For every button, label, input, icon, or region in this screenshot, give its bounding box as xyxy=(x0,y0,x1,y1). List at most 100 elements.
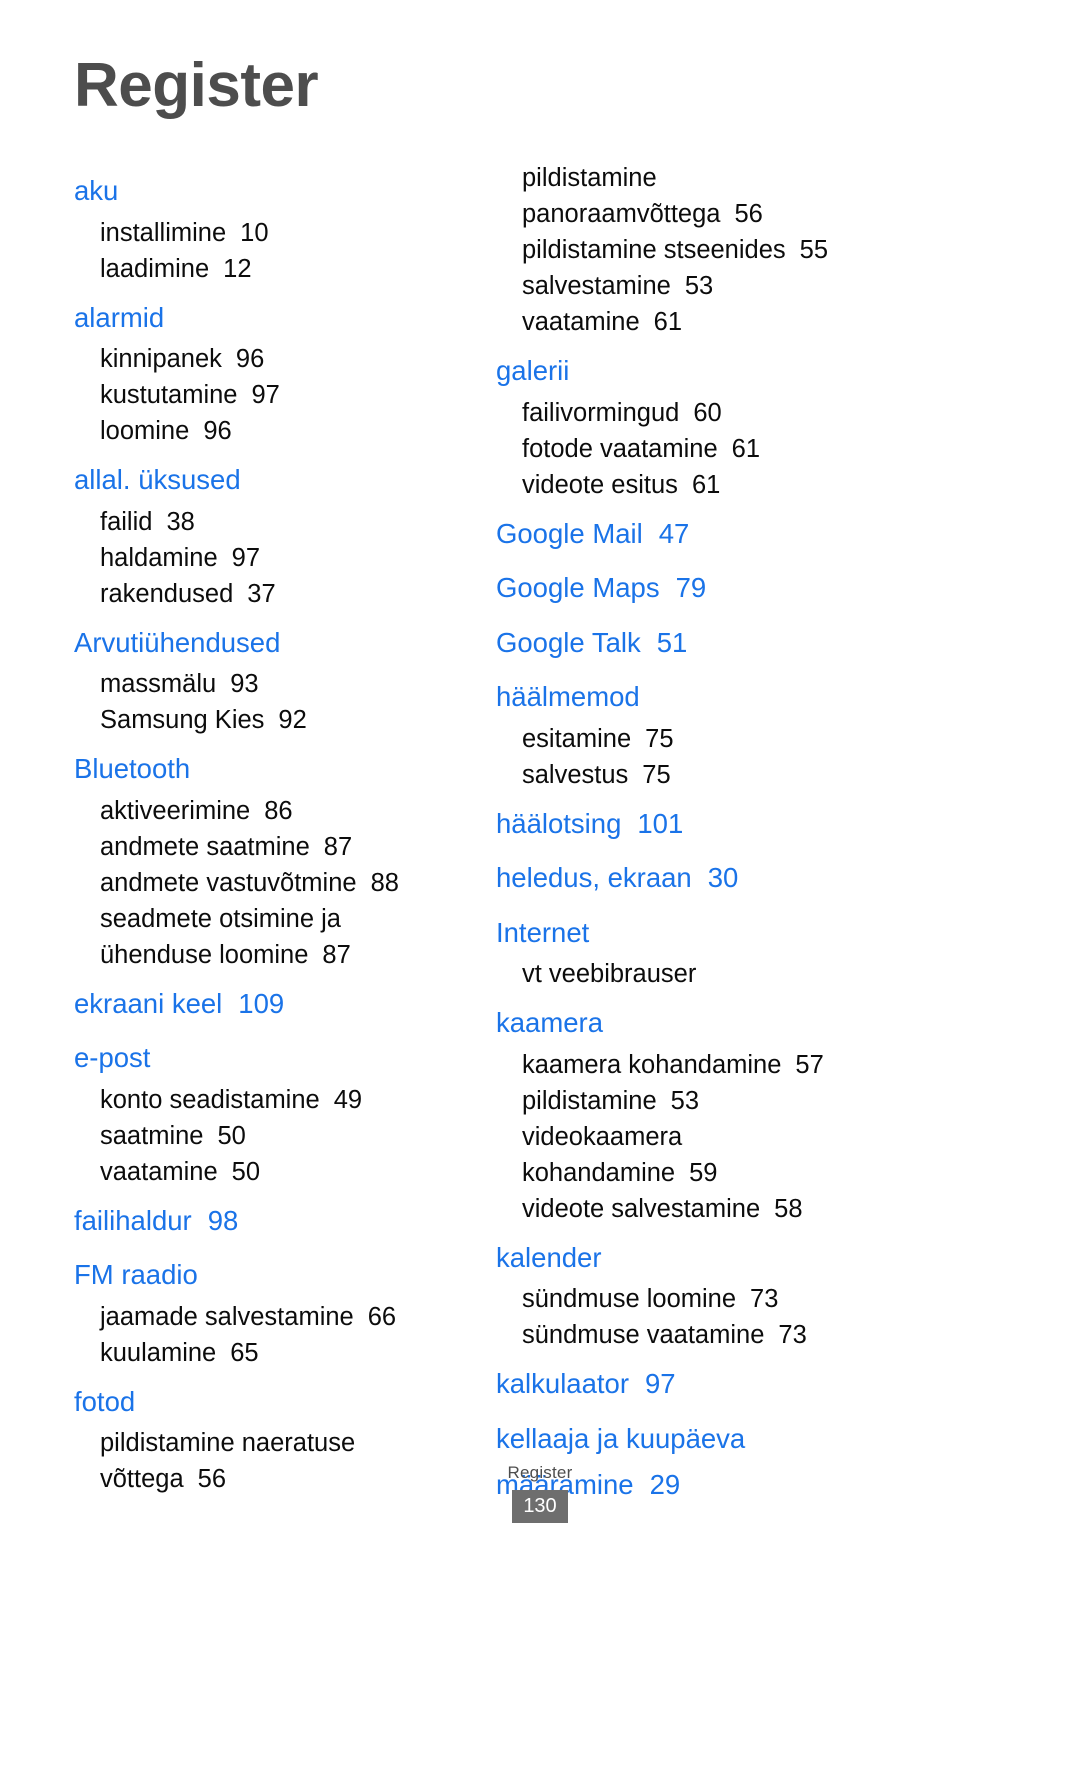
index-subentry-page-number: 97 xyxy=(231,543,261,572)
index-heading-label: galerii xyxy=(496,355,570,386)
index-subentry-label: pildistamine naeratuse xyxy=(100,1429,356,1457)
index-heading[interactable]: häälotsing 101 xyxy=(496,793,1020,848)
index-entry-group: heledus, ekraan 30 xyxy=(496,847,1020,902)
index-subentry-page-number: 96 xyxy=(203,417,232,445)
index-subentry[interactable]: kustutamine 97 xyxy=(74,377,464,413)
index-heading[interactable]: e-post xyxy=(74,1027,464,1082)
index-subentry[interactable]: failivormingud 60 xyxy=(496,395,1020,431)
index-subentry-page-number: 97 xyxy=(251,381,280,409)
page-footer: Register 130 xyxy=(0,1462,1080,1523)
index-subentry[interactable]: Samsung Kies 92 xyxy=(74,702,464,738)
index-subentry-page-number: 58 xyxy=(774,1194,803,1223)
index-heading[interactable]: Internet xyxy=(496,902,1020,957)
index-heading-label: alarmid xyxy=(74,301,165,333)
index-subentry[interactable]: salvestus 75 xyxy=(496,757,1020,793)
index-subentry-page-number: 53 xyxy=(670,1086,700,1115)
index-heading[interactable]: Google Talk 51 xyxy=(496,612,1020,667)
index-subentry[interactable]: esitamine 75 xyxy=(496,721,1020,757)
index-subentry[interactable]: pildistamine stseenides 55 xyxy=(496,232,1020,268)
index-subentry[interactable]: massmälu 93 xyxy=(74,666,464,702)
index-heading[interactable]: failihaldur 98 xyxy=(74,1190,464,1245)
index-heading-page-number: 101 xyxy=(637,807,684,839)
index-page: Register aku installimine 10 laadimine 12 ala… xyxy=(0,0,1080,1771)
index-subentry[interactable]: panoraamvõttega 56 xyxy=(496,196,1020,232)
index-entry-group: häälotsing 101 xyxy=(496,793,1020,848)
index-heading[interactable]: kellaaja ja kuupäeva xyxy=(496,1408,1020,1463)
index-heading[interactable]: kaamera xyxy=(496,992,1020,1047)
index-subentry[interactable]: fotode vaatamine 61 xyxy=(496,431,1020,467)
index-subentry-page-number: 92 xyxy=(278,706,307,734)
index-heading[interactable]: FM raadio xyxy=(74,1244,464,1299)
index-subentry[interactable]: haldamine 97 xyxy=(74,540,464,576)
index-subentry[interactable]: pildistamine naeratuse xyxy=(74,1425,464,1461)
index-heading-page-number: 109 xyxy=(238,987,285,1019)
index-subentry[interactable]: installimine 10 xyxy=(74,215,464,251)
index-subentry-label: videote esitus xyxy=(522,470,678,499)
index-subentry[interactable]: ühenduse loomine 87 xyxy=(74,937,464,973)
index-subentry-page-number: 49 xyxy=(333,1085,363,1114)
index-subentry-label: kustutamine xyxy=(100,381,238,409)
index-subentry-label: failid xyxy=(100,507,153,536)
index-subentry[interactable]: videote esitus 61 xyxy=(496,467,1020,503)
index-subentry[interactable]: rakendused 37 xyxy=(74,576,464,612)
index-subentry-label: andmete saatmine xyxy=(100,832,310,861)
index-heading[interactable]: allal. üksused xyxy=(74,449,464,504)
index-entry-group: aku installimine 10 laadimine 12 xyxy=(74,160,464,287)
index-subentry-page-number: 55 xyxy=(799,236,829,264)
index-subentry[interactable]: vt veebibrauser xyxy=(496,956,1020,992)
index-heading[interactable]: alarmid xyxy=(74,287,464,342)
index-subentry[interactable]: failid 38 xyxy=(74,504,464,540)
index-subentry-label: pildistamine stseenides xyxy=(522,236,786,264)
index-heading[interactable]: kalkulaator 97 xyxy=(496,1353,1020,1408)
index-heading[interactable]: heledus, ekraan 30 xyxy=(496,847,1020,902)
index-subentry[interactable]: sündmuse vaatamine 73 xyxy=(496,1317,1020,1353)
index-heading[interactable]: galerii xyxy=(496,340,1020,395)
index-heading-label: allal. üksused xyxy=(74,464,241,495)
index-heading-label: kalender xyxy=(496,1241,602,1273)
index-subentry[interactable]: laadimine 12 xyxy=(74,251,464,287)
index-subentry[interactable]: salvestamine 53 xyxy=(496,268,1020,304)
index-heading[interactable]: Bluetooth xyxy=(74,738,464,793)
index-heading[interactable]: Google Mail 47 xyxy=(496,503,1020,558)
index-heading[interactable]: Google Maps 79 xyxy=(496,557,1020,612)
index-columns: aku installimine 10 laadimine 12 alarmid kinni… xyxy=(0,160,1080,1509)
index-subentry-page-number: 56 xyxy=(734,200,763,228)
index-heading-label: FM raadio xyxy=(74,1259,198,1290)
index-subentry[interactable]: kuulamine 65 xyxy=(74,1335,464,1371)
index-subentry[interactable]: kaamera kohandamine 57 xyxy=(496,1047,1020,1083)
index-subentry[interactable]: pildistamine xyxy=(496,160,1020,196)
index-subentry[interactable]: andmete vastuvõtmine 88 xyxy=(74,865,464,901)
index-subentry[interactable]: saatmine 50 xyxy=(74,1118,464,1154)
index-subentry[interactable]: sündmuse loomine 73 xyxy=(496,1281,1020,1317)
index-subentry[interactable]: kohandamine 59 xyxy=(496,1155,1020,1191)
index-subentry-label: rakendused xyxy=(100,579,234,608)
index-heading[interactable]: ekraani keel 109 xyxy=(74,973,464,1028)
index-subentry[interactable]: videote salvestamine 58 xyxy=(496,1191,1020,1227)
index-heading[interactable]: Arvutiühendused xyxy=(74,612,464,667)
index-subentry-page-number: 61 xyxy=(731,434,761,463)
index-heading[interactable]: aku xyxy=(74,160,464,215)
index-subentry-label: saatmine xyxy=(100,1121,204,1150)
index-heading-label: häälmemod xyxy=(496,681,640,712)
index-subentry-label: seadmete otsimine ja xyxy=(100,904,341,933)
index-subentry[interactable]: kinnipanek 96 xyxy=(74,341,464,377)
index-subentry-label: panoraamvõttega xyxy=(522,200,721,228)
index-heading[interactable]: häälmemod xyxy=(496,666,1020,721)
index-subentry-label: haldamine xyxy=(100,543,218,572)
index-subentry[interactable]: vaatamine 50 xyxy=(74,1154,464,1190)
index-subentry-page-number: 73 xyxy=(778,1321,807,1349)
index-subentry[interactable]: konto seadistamine 49 xyxy=(74,1082,464,1118)
index-subentry[interactable]: loomine 96 xyxy=(74,413,464,449)
index-subentry[interactable]: pildistamine 53 xyxy=(496,1083,1020,1119)
index-subentry-page-number: 88 xyxy=(370,868,399,897)
index-subentry[interactable]: videokaamera xyxy=(496,1119,1020,1155)
index-subentry[interactable]: aktiveerimine 86 xyxy=(74,793,464,829)
index-heading[interactable]: fotod xyxy=(74,1371,464,1426)
index-subentry-label: kinnipanek xyxy=(100,345,222,373)
index-subentry[interactable]: andmete saatmine 87 xyxy=(74,829,464,865)
index-subentry[interactable]: jaamade salvestamine 66 xyxy=(74,1299,464,1335)
index-subentry[interactable]: vaatamine 61 xyxy=(496,304,1020,340)
index-subentry[interactable]: seadmete otsimine ja xyxy=(74,901,464,937)
index-heading-page-number: 79 xyxy=(675,572,707,603)
index-heading[interactable]: kalender xyxy=(496,1227,1020,1282)
